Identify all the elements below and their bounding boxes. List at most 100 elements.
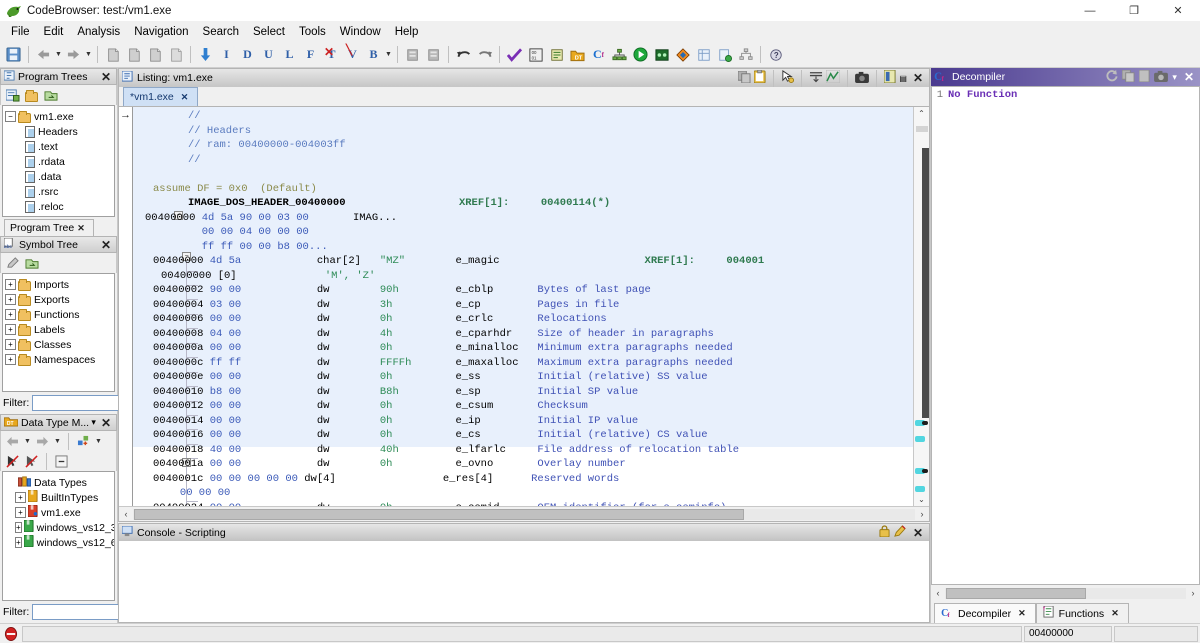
expand-icon[interactable]: + (5, 279, 16, 290)
goto-symbol-icon[interactable] (23, 255, 40, 272)
symbol-tree-item-namespaces[interactable]: + Namespaces (5, 352, 114, 367)
listing-line[interactable]: 00400014 00 00 dw 0h e_ip Initial IP val… (133, 414, 913, 429)
scroll-up-icon[interactable]: ⌃ (914, 107, 930, 120)
hscroll-track[interactable] (133, 509, 915, 520)
chevron-down-icon[interactable]: ▾ (91, 417, 96, 428)
toggle-fields-icon[interactable] (809, 70, 823, 86)
scroll-right-icon[interactable]: › (915, 509, 929, 519)
bookmark-marker[interactable] (915, 486, 925, 492)
snapshot-camera-icon[interactable] (1154, 70, 1168, 85)
decompiler-output[interactable]: 1 No Function (931, 86, 1200, 585)
checkmark-icon[interactable] (504, 44, 525, 65)
diff-navigate-icon[interactable] (826, 70, 840, 86)
hscroll-thumb[interactable] (134, 509, 744, 520)
listing-line[interactable]: 00400016 00 00 dw 0h e_cs Initial (relat… (133, 428, 913, 443)
minimize-button[interactable]: — (1068, 0, 1112, 22)
expand-icon[interactable]: + (15, 537, 22, 548)
listing-line[interactable]: 00400002 90 00 dw 90h e_cblp Bytes of la… (133, 283, 913, 298)
tree-item-rdata[interactable]: .rdata (5, 154, 114, 169)
decompiler-horizontal-scrollbar[interactable]: ‹ › (931, 585, 1200, 601)
edit-fields-icon[interactable] (884, 70, 896, 86)
expand-icon[interactable]: + (15, 507, 26, 518)
close-icon[interactable]: ✕ (910, 527, 926, 539)
data-types-root[interactable]: Data Types (5, 475, 114, 490)
listing-line[interactable]: // Headers (133, 124, 913, 139)
chevron-down-icon[interactable]: ▾ (1172, 72, 1177, 83)
menu-tools[interactable]: Tools (292, 24, 333, 40)
diff-next-icon[interactable] (423, 44, 444, 65)
hscroll-track[interactable] (945, 588, 1186, 599)
table-icon[interactable] (693, 44, 714, 65)
chevron-down-icon[interactable]: ▤ (899, 74, 907, 83)
rename-symbol-icon[interactable] (4, 255, 21, 272)
listing-line[interactable]: 0040000c ff ff dw FFFFh e_maxalloc Maxim… (133, 356, 913, 371)
help-icon[interactable]: ? (765, 44, 786, 65)
menu-help[interactable]: Help (388, 24, 426, 40)
back-dropdown-icon[interactable]: ▼ (23, 431, 32, 452)
create-function-icon[interactable]: F (300, 44, 321, 65)
listing-vertical-scrollbar[interactable]: ⌃ ⌄ (913, 107, 929, 506)
close-icon[interactable]: ✕ (74, 224, 88, 233)
dtm-item-builtintypes[interactable]: + BuiltInTypes (5, 490, 114, 505)
symbol-tree-item-classes[interactable]: + Classes (5, 337, 114, 352)
snapshot-icon[interactable] (102, 44, 123, 65)
menu-search[interactable]: Search (196, 24, 246, 40)
forward-history-dropdown-icon[interactable]: ▼ (84, 44, 93, 65)
tree-item-rsrc[interactable]: .rsrc (5, 184, 114, 199)
decompiler-icon[interactable]: Cf (588, 44, 609, 65)
close-icon[interactable]: ✕ (1181, 71, 1197, 83)
menu-file[interactable]: File (4, 24, 37, 40)
diff-previous-icon[interactable] (402, 44, 423, 65)
lock-icon[interactable] (879, 525, 890, 540)
listing-line[interactable]: 0040001c 00 00 00 00 00 dw[4] e_res[4] R… (133, 472, 913, 487)
close-icon[interactable]: ✕ (178, 93, 192, 102)
tree-root-vm1[interactable]: − vm1.exe (5, 109, 114, 124)
scroll-thumb[interactable] (922, 148, 929, 418)
menu-analysis[interactable]: Analysis (70, 24, 127, 40)
close-icon[interactable]: ✕ (98, 71, 114, 83)
listing-line[interactable]: 00400004 03 00 dw 3h e_cp Pages in file (133, 298, 913, 313)
tab-program-tree[interactable]: Program Tree ✕ (4, 219, 94, 236)
symbol-tree-item-imports[interactable]: + Imports (5, 277, 114, 292)
menu-select[interactable]: Select (246, 24, 292, 40)
listing-line[interactable]: // (133, 153, 913, 168)
listing-line[interactable]: 00400000 4d 5a 90 00 03 00 IMAG... (133, 211, 913, 226)
filter-pointers-icon[interactable] (4, 453, 21, 470)
refresh-icon[interactable] (1105, 69, 1118, 85)
undefine-icon[interactable]: U (258, 44, 279, 65)
close-icon[interactable]: ✕ (98, 239, 114, 251)
debugger-icon[interactable] (651, 44, 672, 65)
filter-arrays-icon[interactable] (23, 453, 40, 470)
back-history-dropdown-icon[interactable]: ▼ (54, 44, 63, 65)
listing-line[interactable]: 0040001a 00 00 dw 0h e_ovno Overlay numb… (133, 457, 913, 472)
listing-line[interactable]: 00400008 04 00 dw 4h e_cparhdr Size of h… (133, 327, 913, 342)
close-icon[interactable]: ✕ (910, 72, 926, 84)
listing-line[interactable]: // ram: 00400000-004003ff (133, 138, 913, 153)
menu-edit[interactable]: Edit (37, 24, 71, 40)
listing-line[interactable]: // (133, 109, 913, 124)
listing-line[interactable]: 00400010 b8 00 dw B8h e_sp Initial SP va… (133, 385, 913, 400)
variable-icon[interactable]: V╲ (342, 44, 363, 65)
listing-code-area[interactable]: − − (133, 107, 913, 506)
redo-icon[interactable] (474, 44, 495, 65)
export-icon[interactable] (714, 44, 735, 65)
bookmark-dropdown-icon[interactable]: ▼ (384, 44, 393, 65)
collapse-icon[interactable]: − (5, 111, 16, 122)
forward-arrow-icon[interactable] (63, 44, 84, 65)
undo-icon[interactable] (453, 44, 474, 65)
tree-item-data[interactable]: .data (5, 169, 114, 184)
down-arrow-icon[interactable] (195, 44, 216, 65)
copy-icon[interactable] (1122, 70, 1135, 85)
create-label-icon[interactable]: L (279, 44, 300, 65)
bookmark-marker-dark[interactable] (922, 469, 928, 473)
console-output[interactable] (119, 541, 929, 622)
close-button[interactable]: ✕ (1156, 0, 1200, 22)
listing-line[interactable] (133, 167, 913, 182)
tab-functions[interactable]: f Functions ✕ (1036, 603, 1129, 623)
dtm-item-windows-vs12-64[interactable]: + windows_vs12_64 (5, 535, 114, 550)
paste-icon[interactable] (754, 70, 766, 86)
listing-line[interactable]: ff ff 00 00 b8 00... (133, 240, 913, 255)
symbol-tree-item-labels[interactable]: + Labels (5, 322, 114, 337)
dtm-item-vm1exe[interactable]: + ● vm1.exe (5, 505, 114, 520)
bookmark-marker-dark[interactable] (922, 421, 928, 425)
